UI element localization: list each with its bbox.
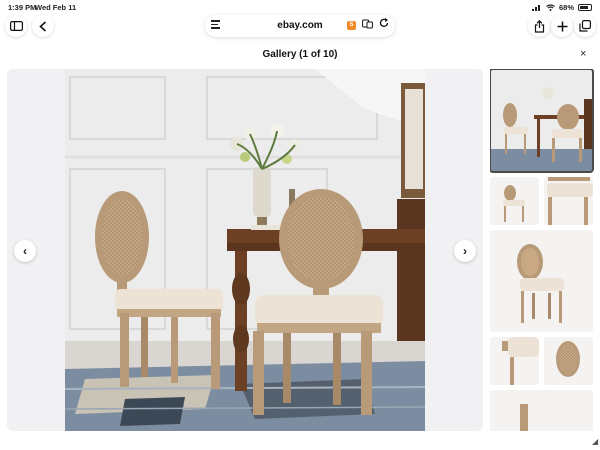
thumbnail-5[interactable] [490,337,539,385]
share-button[interactable] [528,15,550,37]
chevron-left-icon [39,20,47,32]
sidebar-button[interactable] [5,15,27,37]
close-gallery-button[interactable]: × [580,48,586,60]
reload-icon[interactable] [379,18,389,31]
status-date: Wed Feb 11 [35,3,77,12]
battery-icon [578,4,592,11]
thumbnail-2[interactable] [490,177,539,225]
thumbnail-3[interactable] [544,177,593,225]
translate-icon[interactable] [362,19,373,32]
resize-indicator: ◢ [592,437,599,446]
status-right: 68% [531,3,592,12]
tabs-button[interactable] [574,15,596,37]
share-icon [534,19,544,33]
wifi-icon [546,4,555,11]
address-bar[interactable]: ebay.com S [205,15,395,37]
sidebar-icon [9,21,23,31]
gallery-title: Gallery (1 of 10) [262,49,338,60]
battery-percent: 68% [558,3,574,12]
cellular-icon [531,5,540,11]
plus-icon [557,21,567,31]
status-time: 1:39 PM [8,3,37,12]
thumbnail-4[interactable] [490,230,593,332]
main-image-viewer: ‹ › [7,69,483,431]
previous-image-button[interactable]: ‹ [14,240,36,262]
tabs-icon [579,20,591,32]
main-product-image[interactable] [65,69,425,431]
extension-icon[interactable]: S [347,21,356,30]
thumbnail-strip [490,69,594,431]
thumbnail-7[interactable] [490,390,593,431]
next-image-button[interactable]: › [454,240,476,262]
thumbnail-1[interactable] [490,69,594,173]
browser-toolbar: ebay.com S [0,14,600,38]
back-button[interactable] [32,15,54,37]
status-bar: 1:39 PM Wed Feb 11 68% [0,0,600,14]
new-tab-button[interactable] [551,15,573,37]
thumbnail-6[interactable] [544,337,593,385]
